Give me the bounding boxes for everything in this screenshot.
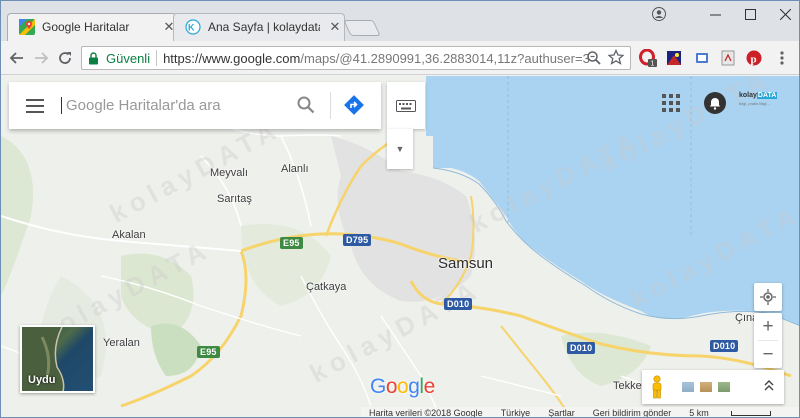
divider: [330, 92, 331, 119]
road-shield: D010: [444, 298, 473, 310]
cast-icon[interactable]: [693, 49, 711, 67]
browser-window: Google Haritalar ✕ K Ana Sayfa | kolayda…: [0, 0, 800, 418]
scale-control[interactable]: 5 km: [689, 408, 789, 418]
zoom-icon[interactable]: [586, 50, 602, 69]
layers-bar: [642, 370, 784, 404]
place-label[interactable]: Sarıtaş: [217, 193, 252, 205]
search-input[interactable]: [61, 97, 281, 114]
close-tab-icon[interactable]: ✕: [162, 19, 176, 35]
directions-icon[interactable]: [342, 93, 366, 117]
tab-kolaydata[interactable]: K Ana Sayfa | kolaydata.com ✕: [173, 13, 345, 41]
place-label[interactable]: Yeralan: [103, 337, 140, 349]
terrain-layer-thumbnail[interactable]: [681, 381, 695, 393]
scale-bar: [730, 411, 771, 417]
road-shield: D010: [710, 340, 739, 352]
reload-button[interactable]: [55, 48, 75, 68]
new-tab-button[interactable]: [343, 20, 381, 36]
close-tab-icon[interactable]: ✕: [328, 19, 342, 35]
feedback-link[interactable]: Geri bildirim gönder: [593, 408, 672, 417]
tab-title: Ana Sayfa | kolaydata.com: [208, 20, 320, 34]
terms-link[interactable]: Şartlar: [548, 408, 575, 417]
url-host: https://www.google.com: [163, 50, 301, 66]
tab-google-maps[interactable]: Google Haritalar ✕: [7, 13, 177, 41]
more-menu-icon[interactable]: [773, 49, 791, 67]
menu-icon[interactable]: [9, 82, 61, 129]
zoom-in-button[interactable]: +: [754, 313, 782, 340]
google-maps-icon: [19, 19, 35, 35]
zoom-control: + −: [754, 313, 782, 368]
map-canvas[interactable]: kolayDATA kolayDATA kolayDATA kolayDATA …: [1, 76, 799, 418]
kolaydata-icon: K: [185, 19, 201, 35]
search-icon[interactable]: [295, 94, 317, 116]
map-footer: Harita verileri ©2018 Google Türkiye Şar…: [361, 407, 799, 418]
scale-label: 5 km: [689, 408, 709, 418]
back-button[interactable]: [7, 48, 27, 68]
country-link[interactable]: Türkiye: [501, 408, 531, 417]
opera-icon[interactable]: 1: [639, 49, 657, 67]
place-label[interactable]: Akalan: [112, 229, 146, 241]
road-shield: E95: [280, 237, 303, 249]
road-shield: D795: [343, 234, 372, 246]
pegman-icon[interactable]: [650, 375, 664, 399]
satellite-layer-toggle[interactable]: Uydu: [20, 325, 95, 393]
road-shield: E95: [197, 346, 220, 358]
road-shield: D010: [567, 342, 596, 354]
vpn-icon[interactable]: [665, 49, 683, 67]
lock-icon: [88, 51, 102, 65]
keyboard-icon[interactable]: [387, 82, 425, 129]
divider: [156, 50, 158, 66]
place-label[interactable]: Meyvalı: [210, 167, 248, 179]
url-path: /maps/@41.2890991,36.2883014,11z?authuse…: [300, 50, 590, 66]
logo-letter: g: [408, 375, 420, 398]
my-location-button[interactable]: [754, 283, 782, 311]
chevron-up-icon[interactable]: [764, 379, 774, 394]
address-bar[interactable]: Güvenli https://www.google.com/maps/@41.…: [81, 46, 631, 70]
url-text[interactable]: https://www.google.com/maps/@41.2890991,…: [163, 51, 590, 66]
profile-icon[interactable]: [641, 1, 677, 27]
tab-title: Google Haritalar: [42, 20, 130, 34]
traffic-layer-thumbnail[interactable]: [699, 381, 713, 393]
place-label[interactable]: Çatkaya: [306, 281, 346, 293]
account-logo-part-1: kolay: [739, 92, 757, 99]
city-label-samsun[interactable]: Samsun: [438, 255, 493, 272]
place-label[interactable]: Alanlı: [281, 163, 309, 175]
chevron-down-icon[interactable]: ▼: [387, 129, 413, 169]
my-location-icon: [760, 289, 776, 305]
search-box: [9, 82, 381, 129]
notifications-bell-icon[interactable]: [704, 92, 726, 114]
browser-toolbar: Güvenli https://www.google.com/maps/@41.…: [1, 41, 799, 75]
tab-strip: Google Haritalar ✕ K Ana Sayfa | kolayda…: [1, 1, 799, 41]
account-logo-subtitle: bilgi, pratik bilgi...: [739, 101, 770, 106]
svg-text:p: p: [751, 54, 757, 66]
logo-letter: e: [423, 375, 436, 398]
map-data-attribution: Harita verileri ©2018 Google: [369, 408, 483, 418]
close-window-button[interactable]: [764, 1, 799, 27]
pinterest-icon[interactable]: p: [745, 49, 763, 67]
pdf-icon[interactable]: [719, 49, 737, 67]
logo-letter: G: [370, 375, 386, 398]
bookmark-star-icon[interactable]: [607, 48, 625, 68]
account-logo-text: kolayDATA: [739, 92, 778, 100]
satellite-label: Uydu: [28, 374, 56, 386]
transit-layer-thumbnail[interactable]: [717, 381, 731, 393]
svg-text:1: 1: [651, 61, 655, 68]
account-logo-part-2: DATA: [756, 92, 778, 99]
logo-letter: o: [385, 375, 398, 398]
account-avatar[interactable]: kolayDATA bilgi, pratik bilgi...: [739, 92, 778, 114]
google-logo: Google: [370, 375, 435, 399]
forward-button[interactable]: [31, 48, 51, 68]
place-label[interactable]: Tekke: [613, 380, 642, 392]
apps-grid-icon[interactable]: [662, 94, 680, 112]
zoom-out-button[interactable]: −: [754, 341, 782, 368]
logo-letter: o: [397, 375, 409, 398]
secure-label: Güvenli: [106, 50, 151, 66]
svg-text:K: K: [188, 23, 195, 33]
